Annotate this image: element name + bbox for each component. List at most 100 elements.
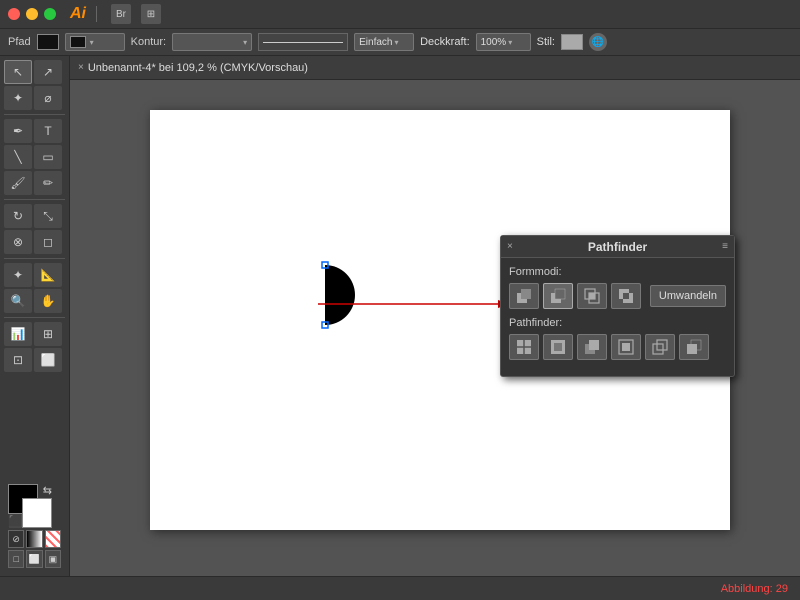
paintbrush-tool[interactable]: 🖌 <box>4 171 32 195</box>
deckkraft-dropdown[interactable]: 100% ▾ <box>476 33 531 51</box>
divide-button[interactable] <box>509 334 539 360</box>
tool-row-5: 🖌 ✏ <box>4 171 65 195</box>
tool-row-3: ✒ T <box>4 119 65 143</box>
scale-tool[interactable]: ⤡ <box>34 204 62 228</box>
zoom-tool[interactable]: 🔍 <box>4 289 32 313</box>
tab-bar: × Unbenannt-4* bei 109,2 % (CMYK/Vorscha… <box>70 56 800 80</box>
background-color[interactable] <box>22 498 52 528</box>
direct-select-tool[interactable]: ↗ <box>34 60 62 84</box>
separator <box>96 6 97 22</box>
pen-tool[interactable]: ✒ <box>4 119 32 143</box>
normal-mode-btn[interactable]: □ <box>8 550 24 568</box>
unite-button[interactable] <box>509 283 539 309</box>
presentation-mode-btn[interactable]: ▣ <box>45 550 61 568</box>
tool-row-7: ⊗ ◻ <box>4 230 65 254</box>
formmodi-label: Formmodi: <box>509 266 726 278</box>
tool-row-10: 📊 ⊞ <box>4 322 65 346</box>
half-circle-shape <box>290 260 360 330</box>
tool-row-11: ⊡ ⬜ <box>4 348 65 372</box>
deckkraft-label: Deckkraft: <box>420 36 470 48</box>
artboard-tool[interactable]: ⬜ <box>34 348 62 372</box>
fullscreen-mode-btn[interactable]: ⬜ <box>26 550 42 568</box>
line-style-preview[interactable] <box>258 33 348 51</box>
formmodi-buttons-row: Umwandeln <box>509 283 726 309</box>
color-box-container: ⬛ ⇆ <box>8 484 52 528</box>
stil-swatch[interactable] <box>561 34 583 50</box>
kontur-size-dropdown[interactable]: ▾ <box>172 33 252 51</box>
pathfinder-close-icon[interactable]: × <box>507 241 513 252</box>
measure-tool[interactable]: 📐 <box>34 263 62 287</box>
tool-row-6: ↻ ⤡ <box>4 204 65 228</box>
close-button[interactable] <box>8 8 20 20</box>
lasso-tool[interactable]: ⌀ <box>34 86 62 110</box>
maximize-button[interactable] <box>44 8 56 20</box>
pathfinder-title: Pathfinder <box>588 240 647 254</box>
tool-row-2: ✦ ⌀ <box>4 86 65 110</box>
pattern-btn[interactable] <box>45 530 61 548</box>
mode-row: □ ⬜ ▣ <box>8 550 61 568</box>
tool-separator-2 <box>4 199 65 200</box>
magic-wand-tool[interactable]: ✦ <box>4 86 32 110</box>
mesh-tool[interactable]: ⊞ <box>34 322 62 346</box>
br-icon[interactable]: Br <box>111 4 131 24</box>
select-tool[interactable]: ↖ <box>4 60 32 84</box>
menu-icon[interactable]: ⊞ <box>141 4 161 24</box>
pan-tool[interactable]: ✋ <box>34 289 62 313</box>
minus-back-button[interactable] <box>679 334 709 360</box>
statusbar: Abbildung: 29 <box>0 576 800 600</box>
graph-tool[interactable]: 📊 <box>4 322 32 346</box>
tool-separator-4 <box>4 317 65 318</box>
einfach-dropdown[interactable]: Einfach ▾ <box>354 33 414 51</box>
stroke-swatch <box>70 36 86 48</box>
kontur-label: Kontur: <box>131 36 166 48</box>
eraser-tool[interactable]: ◻ <box>34 230 62 254</box>
tab-close-icon[interactable]: × <box>78 62 84 73</box>
minimize-button[interactable] <box>26 8 38 20</box>
tool-separator-3 <box>4 258 65 259</box>
fill-swatch[interactable] <box>37 34 59 50</box>
outline-button[interactable] <box>645 334 675 360</box>
tool-row-8: ✦ 📐 <box>4 263 65 287</box>
pathfinder-buttons-row <box>509 334 726 360</box>
minus-front-button[interactable] <box>543 283 573 309</box>
tool-separator-1 <box>4 114 65 115</box>
pathfinder-panel: × Pathfinder ≡ Formmodi: <box>500 235 735 377</box>
tool-row-9: 🔍 ✋ <box>4 289 65 313</box>
pathfinder-body: Formmodi: <box>501 258 734 376</box>
rect-tool[interactable]: ▭ <box>34 145 62 169</box>
shape-container <box>290 260 360 335</box>
gradient-btn[interactable] <box>26 530 42 548</box>
tool-row-1: ↖ ↗ <box>4 60 65 84</box>
color-area: ⬛ ⇆ ⊘ □ ⬜ ▣ <box>4 480 65 572</box>
options-bar: Pfad ▾ Kontur: ▾ Einfach ▾ Deckkraft: 10… <box>0 28 800 56</box>
crop-button[interactable] <box>611 334 641 360</box>
eyedropper-tool[interactable]: ✦ <box>4 263 32 287</box>
stroke-dropdown[interactable]: ▾ <box>65 33 125 51</box>
status-text: Abbildung: 29 <box>721 583 788 595</box>
app-logo: Ai <box>70 5 86 23</box>
trim-button[interactable] <box>543 334 573 360</box>
canvas[interactable]: × Pathfinder ≡ Formmodi: <box>70 80 800 576</box>
none-btn[interactable]: ⊘ <box>8 530 24 548</box>
world-icon[interactable]: 🌐 <box>589 33 607 51</box>
line-tool[interactable]: ╲ <box>4 145 32 169</box>
toolbar: ↖ ↗ ✦ ⌀ ✒ T ╲ ▭ 🖌 ✏ ↻ ⤡ ⊗ ◻ ✦ <box>0 56 70 576</box>
slice-tool[interactable]: ⊡ <box>4 348 32 372</box>
main-area: ↖ ↗ ✦ ⌀ ✒ T ╲ ▭ 🖌 ✏ ↻ ⤡ ⊗ ◻ ✦ <box>0 56 800 576</box>
rotate-tool[interactable]: ↻ <box>4 204 32 228</box>
merge-button[interactable] <box>577 334 607 360</box>
blend-tool[interactable]: ⊗ <box>4 230 32 254</box>
umwandeln-button[interactable]: Umwandeln <box>650 285 726 307</box>
deckkraft-value: 100% <box>481 37 507 48</box>
pfad-label: Pfad <box>8 36 31 48</box>
pencil-tool[interactable]: ✏ <box>34 171 62 195</box>
color-swap-icon[interactable]: ⇆ <box>43 484 52 497</box>
type-tool[interactable]: T <box>34 119 62 143</box>
stil-label: Stil: <box>537 36 555 48</box>
intersect-button[interactable] <box>577 283 607 309</box>
pathfinder-titlebar: × Pathfinder ≡ <box>501 236 734 258</box>
tool-row-4: ╲ ▭ <box>4 145 65 169</box>
color-reset-icon[interactable]: ⬛ <box>8 514 23 528</box>
pathfinder-menu-icon[interactable]: ≡ <box>722 241 728 252</box>
exclude-button[interactable] <box>611 283 641 309</box>
